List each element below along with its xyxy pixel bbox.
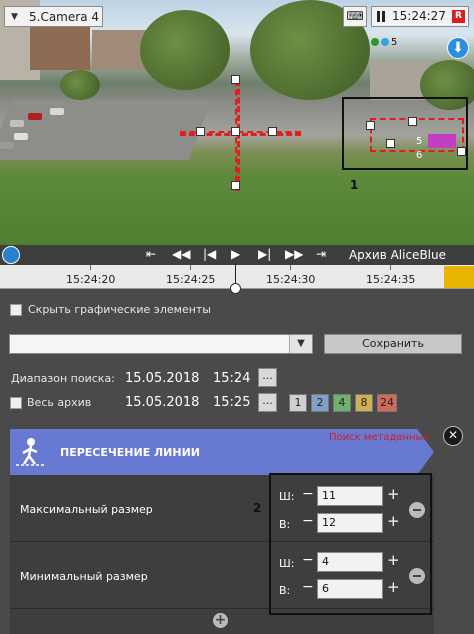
detector-count: 5 xyxy=(391,37,398,48)
line-crossing-icon xyxy=(16,438,46,466)
status-dot-icon xyxy=(371,38,379,46)
timeline-tick xyxy=(190,265,191,270)
camera-video-view[interactable]: 5 6 1 ▼ 5.Camera 4 ⌨ 15:24:27 R 5 ⬇ xyxy=(0,0,474,245)
range-to-time[interactable]: 15:25 xyxy=(213,395,250,410)
annotation-label-1: 1 xyxy=(350,178,359,192)
range-from-time[interactable]: 15:24 xyxy=(213,371,250,386)
pause-icon[interactable] xyxy=(377,11,380,22)
search-range-label: Диапазон поиска: xyxy=(11,372,115,385)
timeline-label: 15:24:25 xyxy=(166,273,216,286)
parked-car xyxy=(14,133,28,140)
add-parameter-icon[interactable]: + xyxy=(213,613,228,628)
parked-car xyxy=(0,142,14,149)
timeline-position-knob[interactable] xyxy=(230,283,241,294)
playback-bar: ⇤ ◀◀ |◀ ▶ ▶| ▶▶ ⇥ Архив AliceBlue xyxy=(0,245,474,265)
line-handle[interactable] xyxy=(196,127,205,136)
timeline-label: 15:24:35 xyxy=(366,273,416,286)
to-end-icon[interactable]: ⇥ xyxy=(316,247,326,261)
range-to-date[interactable]: 15.05.2018 xyxy=(125,395,199,410)
rewind-icon[interactable]: ◀◀ xyxy=(172,247,190,261)
close-icon[interactable]: ✕ xyxy=(443,426,463,446)
range-from-picker-button[interactable]: ... xyxy=(258,368,277,387)
keyboard-button[interactable]: ⌨ xyxy=(343,6,367,27)
parked-car xyxy=(28,113,42,120)
download-arrow-icon[interactable]: ⬇ xyxy=(447,37,469,59)
range-button-4h[interactable]: 4 xyxy=(333,394,351,412)
highlight-box-1 xyxy=(342,97,468,170)
camera-time: 15:24:27 xyxy=(392,9,446,23)
chevron-down-icon: ▼ xyxy=(11,12,18,22)
max-size-label: Максимальный размер xyxy=(20,503,153,516)
min-size-label: Минимальный размер xyxy=(20,570,148,583)
play-icon[interactable]: ▶ xyxy=(231,247,240,261)
parking-lot xyxy=(0,100,211,160)
timeline-corner-button[interactable] xyxy=(444,266,474,288)
range-button-2h[interactable]: 2 xyxy=(311,394,329,412)
parked-car xyxy=(10,120,24,127)
archive-label[interactable]: Архив AliceBlue xyxy=(349,248,446,262)
highlight-box-2 xyxy=(269,473,432,615)
range-from-date[interactable]: 15.05.2018 xyxy=(125,371,199,386)
chevron-down-icon[interactable]: ▼ xyxy=(289,335,312,353)
step-back-icon[interactable]: |◀ xyxy=(203,247,216,261)
line-handle[interactable] xyxy=(268,127,277,136)
to-start-icon[interactable]: ⇤ xyxy=(146,247,156,261)
parked-car xyxy=(50,108,64,115)
step-forward-icon[interactable]: ▶| xyxy=(258,247,271,261)
tree xyxy=(60,70,100,100)
line-handle[interactable] xyxy=(231,181,240,190)
whole-archive-label: Весь архив xyxy=(27,396,92,409)
detector-indicators: 5 xyxy=(371,37,397,48)
annotation-label-2: 2 xyxy=(253,501,262,515)
save-button[interactable]: Сохранить xyxy=(324,334,462,354)
whole-archive-checkbox[interactable] xyxy=(10,397,22,409)
range-button-24h[interactable]: 24 xyxy=(377,394,397,412)
line-handle[interactable] xyxy=(231,127,240,136)
range-to-picker-button[interactable]: ... xyxy=(258,393,277,412)
metadata-search-link[interactable]: Поиск метаданных xyxy=(329,432,429,443)
tree xyxy=(140,10,230,90)
timeline-tick xyxy=(290,265,291,270)
timeline-tick xyxy=(390,265,391,270)
hide-graphics-label: Скрыть графические элементы xyxy=(28,303,211,316)
timeline-label: 15:24:30 xyxy=(266,273,316,286)
fast-forward-icon[interactable]: ▶▶ xyxy=(285,247,303,261)
record-badge[interactable]: R xyxy=(452,10,465,23)
camera-title-dropdown[interactable]: ▼ 5.Camera 4 xyxy=(4,6,103,27)
camera-title: 5.Camera 4 xyxy=(29,10,99,24)
timeline-tick xyxy=(90,265,91,270)
range-button-8h[interactable]: 8 xyxy=(355,394,373,412)
keyboard-icon: ⌨ xyxy=(346,9,364,23)
status-dot-icon xyxy=(381,38,389,46)
range-button-1h[interactable]: 1 xyxy=(289,394,307,412)
clock-icon[interactable] xyxy=(2,246,20,264)
hide-graphics-checkbox[interactable] xyxy=(10,304,22,316)
timeline-label: 15:24:20 xyxy=(66,273,116,286)
playback-clock[interactable]: 15:24:27 R xyxy=(371,6,469,27)
line-handle[interactable] xyxy=(231,75,240,84)
detector-title: ПЕРЕСЕЧЕНИЕ ЛИНИИ xyxy=(60,446,201,459)
search-preset-select[interactable]: ▼ xyxy=(9,334,313,354)
